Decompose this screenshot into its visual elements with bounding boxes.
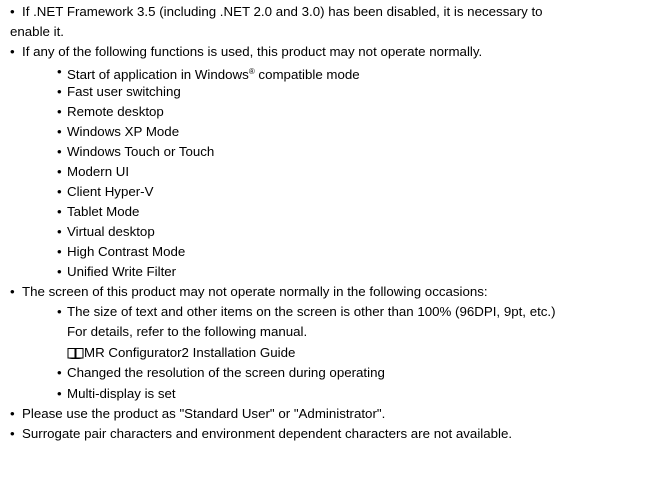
bullet: • xyxy=(57,64,62,79)
sub-list-item-text: Remote desktop xyxy=(67,104,164,119)
sub-list-item-text: Modern UI xyxy=(67,164,130,179)
sub-list-item-continuation-text: For details, refer to the following manu… xyxy=(67,324,308,339)
bullet: • xyxy=(57,224,62,239)
bullet: • xyxy=(10,284,15,299)
bullet: • xyxy=(57,244,62,259)
document-page: • If .NET Framework 3.5 (including .NET … xyxy=(0,0,661,480)
sub-list-item-text: Multi-display is set xyxy=(67,386,176,401)
sub-list-item-text: Unified Write Filter xyxy=(67,264,177,279)
manual-book-icon xyxy=(67,348,84,359)
bullet: • xyxy=(57,264,62,279)
list-item-text: If any of the following functions is use… xyxy=(22,44,483,59)
sub-list-item-text: Virtual desktop xyxy=(67,224,155,239)
sub-list-item-text: Tablet Mode xyxy=(67,204,140,219)
bullet: • xyxy=(10,426,15,441)
list-item-text: Please use the product as "Standard User… xyxy=(22,406,386,421)
bullet: • xyxy=(57,386,62,401)
bullet: • xyxy=(57,144,62,159)
bullet: • xyxy=(57,84,62,99)
sub-list-item-text: High Contrast Mode xyxy=(67,244,186,259)
list-item-text: The screen of this product may not opera… xyxy=(22,284,488,299)
bullet: • xyxy=(10,4,15,19)
bullet: • xyxy=(10,406,15,421)
list-item-text: Surrogate pair characters and environmen… xyxy=(22,426,513,441)
bullet: • xyxy=(57,365,62,380)
sub-list-item-text: Windows Touch or Touch xyxy=(67,144,215,159)
bullet: • xyxy=(57,204,62,219)
list-item-continuation-text: enable it. xyxy=(10,24,64,39)
sub-list-item-text: Client Hyper-V xyxy=(67,184,154,199)
bullet: • xyxy=(57,124,62,139)
bullet: • xyxy=(57,164,62,179)
sub-list-item-text: Windows XP Mode xyxy=(67,124,180,139)
list-item-text: If .NET Framework 3.5 (including .NET 2.… xyxy=(22,4,543,19)
bullet: • xyxy=(57,104,62,119)
bullet: • xyxy=(57,304,62,319)
sub-list-item-text: The size of text and other items on the … xyxy=(67,304,556,319)
bullet: • xyxy=(10,44,15,59)
manual-reference-title: MR Configurator2 Installation Guide xyxy=(84,345,296,360)
bullet: • xyxy=(57,184,62,199)
sub-list-item-text: Fast user switching xyxy=(67,84,181,99)
sub-list-item-text: Changed the resolution of the screen dur… xyxy=(67,365,385,380)
